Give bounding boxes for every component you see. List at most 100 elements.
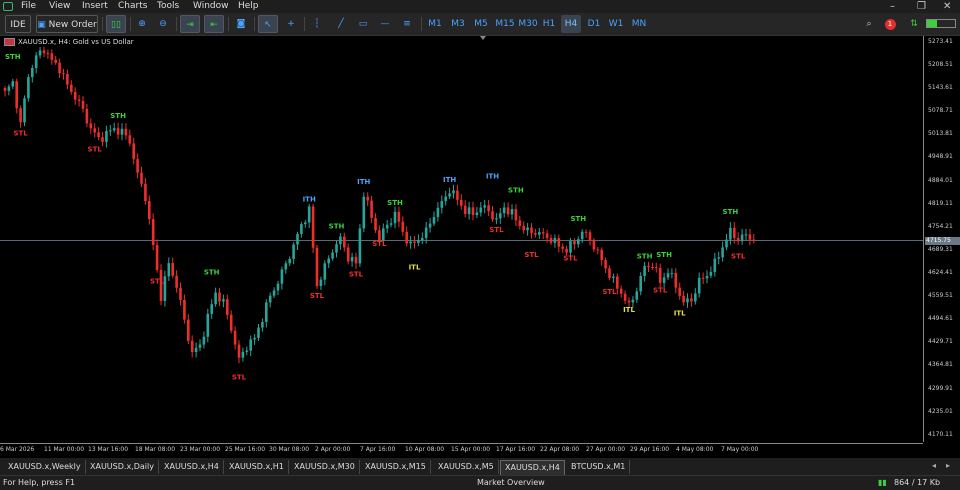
tf-m1[interactable]: M1	[425, 15, 445, 33]
tf-d1[interactable]: D1	[584, 15, 604, 33]
chart-tab[interactable]: XAUUSD.x,M15	[361, 460, 431, 474]
swing-label-sth: STH	[387, 199, 403, 207]
candle-body	[534, 233, 537, 235]
candle-body	[584, 231, 588, 233]
tab-scroll-right-icon[interactable]: ▸	[946, 461, 950, 470]
candle-body	[54, 59, 57, 63]
connection-status-icon	[925, 15, 957, 33]
menu-charts[interactable]: Charts	[118, 0, 147, 13]
swing-label-sth: STH	[204, 269, 220, 277]
swing-label-stl: STL	[13, 130, 28, 138]
candle-body	[167, 263, 171, 277]
menu-file[interactable]: File	[21, 0, 36, 13]
time-tick-label: 18 Mar 08:00	[135, 446, 176, 453]
candle-body	[471, 207, 475, 216]
candle-body	[479, 207, 483, 213]
screenshot-icon[interactable]: ◙	[232, 15, 250, 33]
tf-m3[interactable]: M3	[448, 15, 468, 33]
notification-badge: 1	[884, 19, 896, 30]
candle-body	[690, 298, 693, 302]
swing-label-stl: STL	[653, 286, 668, 294]
tf-m30[interactable]: M30	[516, 15, 540, 33]
candlestick-chart-icon[interactable]: ▯▯	[106, 15, 126, 33]
menu-insert[interactable]: Insert	[82, 0, 108, 13]
price-tick-label: 4689.31	[928, 245, 953, 253]
swing-label-stl: STL	[88, 146, 103, 154]
crosshair-icon[interactable]: +	[282, 15, 300, 33]
time-tick-label: 27 Apr 00:00	[586, 446, 626, 453]
tf-mn[interactable]: MN	[629, 15, 649, 33]
chart-tab[interactable]: BTCUSD.x,M1	[567, 460, 631, 474]
new-order-icon: ▣	[37, 20, 46, 30]
minimize-icon[interactable]: –	[890, 0, 895, 13]
traffic-icon: ▮▮	[878, 478, 887, 487]
close-icon[interactable]: ✕	[943, 0, 951, 13]
chart-tab[interactable]: XAUUSD.x,Weekly	[4, 460, 86, 474]
tf-h1[interactable]: H1	[539, 15, 559, 33]
tab-scroll-left-icon[interactable]: ◂	[932, 461, 936, 470]
candle-body	[588, 232, 592, 241]
candle-body	[284, 263, 288, 270]
candle-body	[323, 263, 327, 280]
chart-area[interactable]: STH STL STL STH STL STH STL ITH STL STH STL ITH STL S…	[0, 36, 960, 456]
chart-tab[interactable]: XAUUSD.x,Daily	[86, 460, 159, 474]
candle-body	[292, 244, 295, 259]
menu-tools[interactable]: Tools	[157, 0, 179, 13]
swing-label-stl: STL	[150, 278, 165, 286]
chart-tab[interactable]: XAUUSD.x,M5	[434, 460, 499, 474]
chart-shift-marker-icon[interactable]	[480, 36, 486, 40]
vertical-line-icon[interactable]: ┆	[308, 15, 326, 33]
chart-tab-active[interactable]: XAUUSD.x,H4	[500, 460, 565, 475]
menu-window[interactable]: Window	[193, 0, 229, 13]
market-overview-text: Market Overview	[477, 478, 545, 487]
tf-h4[interactable]: H4	[561, 15, 581, 33]
channel-icon[interactable]: ≡	[398, 15, 416, 33]
horizontal-line-icon[interactable]: —	[376, 15, 394, 33]
chart-tab[interactable]: XAUUSD.x,H1	[225, 460, 289, 474]
candle-body	[136, 159, 139, 173]
time-axis[interactable]: 6 Mar 2026 11 Mar 00:00 13 Mar 16:00 18 Mar…	[0, 443, 923, 457]
tf-m15[interactable]: M15	[493, 15, 517, 33]
chart-tab[interactable]: XAUUSD.x,M30	[290, 460, 360, 474]
candle-body	[132, 143, 135, 160]
candlestick-chart[interactable]: STH STL STL STH STL STH STL ITH STL STH STL ITH STL S…	[0, 36, 923, 442]
chart-tab[interactable]: XAUUSD.x,H4	[160, 460, 224, 474]
candle-body	[155, 245, 159, 270]
candle-body	[327, 258, 330, 264]
trendline-icon[interactable]: ╱	[332, 15, 350, 33]
price-tick-label: 4429.71	[928, 338, 953, 346]
current-price-label: 4715.75	[925, 236, 960, 245]
candle-body	[674, 273, 678, 288]
new-order-button[interactable]: ▣ New Order	[36, 15, 98, 33]
chart-shift-icon[interactable]: ⇤	[204, 15, 224, 33]
time-tick-label: 10 Apr 08:00	[405, 446, 445, 453]
swing-label-sth: STH	[5, 53, 21, 61]
zoom-in-icon[interactable]: ⊕	[134, 15, 150, 33]
ide-button[interactable]: IDE	[5, 15, 31, 33]
candle-body	[315, 247, 319, 286]
time-tick-label: 29 Apr 16:00	[630, 446, 670, 453]
rectangle-icon[interactable]: ▭	[354, 15, 372, 33]
search-icon[interactable]: ⌕	[862, 15, 876, 33]
restore-icon[interactable]: ❐	[917, 0, 926, 13]
price-tick-label: 4559.51	[928, 292, 953, 300]
candle-body	[635, 291, 639, 300]
candle-body	[210, 304, 213, 314]
candle-body	[729, 227, 732, 240]
candle-body	[666, 273, 670, 278]
candle-body	[475, 212, 479, 216]
tf-m5[interactable]: M5	[471, 15, 491, 33]
candle-body	[171, 263, 174, 276]
candle-body	[495, 218, 498, 220]
cursor-icon[interactable]: ↖	[258, 15, 278, 33]
candle-body	[561, 246, 564, 249]
notifications-icon[interactable]: 1	[882, 15, 898, 33]
candle-body	[249, 339, 252, 351]
menu-help[interactable]: Help	[238, 0, 259, 13]
zoom-out-icon[interactable]: ⊖	[155, 15, 171, 33]
price-axis[interactable]: 4715.75 5273.41 5208.51 5143.61 5078.71 5013…	[923, 36, 960, 442]
candle-body	[623, 293, 627, 301]
auto-scroll-icon[interactable]: ⇥	[180, 15, 200, 33]
menu-view[interactable]: View	[49, 0, 70, 13]
tf-w1[interactable]: W1	[606, 15, 626, 33]
